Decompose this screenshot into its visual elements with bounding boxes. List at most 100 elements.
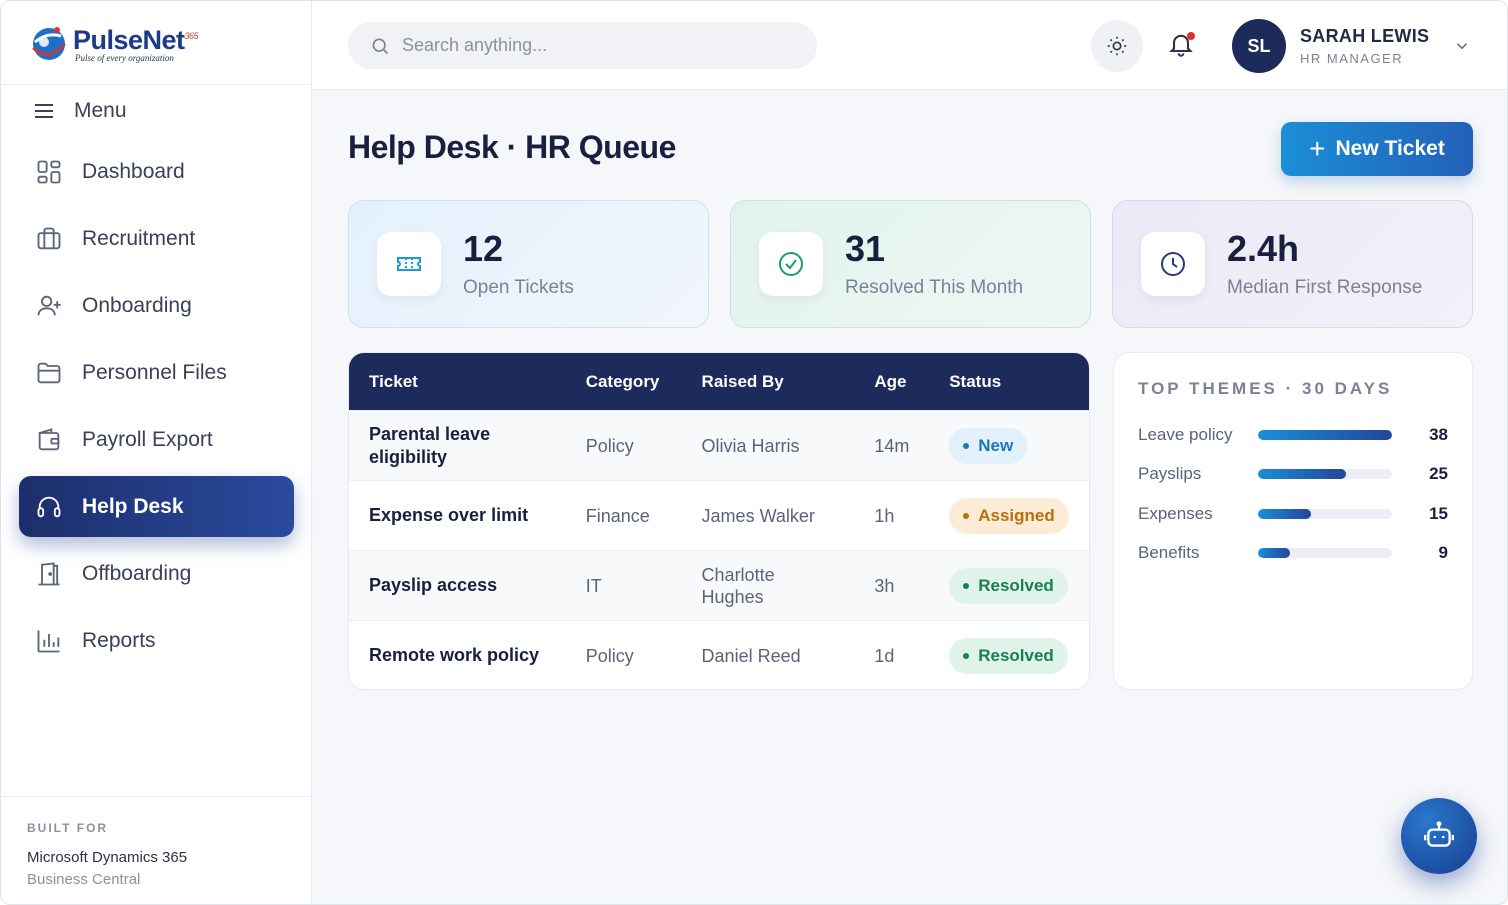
app-window: PulseNet365 Pulse of every organization … <box>0 0 1508 905</box>
sidebar-item-label: Reports <box>82 628 156 652</box>
plus-icon: + <box>1309 133 1326 164</box>
sidebar-item-offboarding[interactable]: Offboarding <box>19 543 294 604</box>
stat-label: Resolved This Month <box>845 277 1024 298</box>
sun-icon <box>1107 36 1127 56</box>
built-for-panel: BUILT FOR Microsoft Dynamics 365 Busines… <box>1 796 311 904</box>
table-row[interactable]: Remote work policy Policy Daniel Reed 1d… <box>349 620 1089 689</box>
menu-label: Menu <box>74 99 127 122</box>
ticket-category: IT <box>585 575 602 596</box>
theme-row: Expenses 15 <box>1138 494 1448 534</box>
assistant-chat-button[interactable] <box>1401 798 1477 874</box>
user-name: SARAH LEWIS <box>1300 26 1430 46</box>
stat-card-first-response: 2.4h Median First Response <box>1112 200 1473 328</box>
theme-bar-fill <box>1258 548 1290 559</box>
built-for-edition: Business Central <box>27 871 141 888</box>
table-header: Ticket Category Raised By Age Status <box>349 353 1089 410</box>
ticket-category: Finance <box>585 505 650 526</box>
ticket-age: 1d <box>874 645 895 666</box>
sidebar-item-personnel-files[interactable]: Personnel Files <box>19 342 294 403</box>
sidebar-item-label: Personnel Files <box>82 360 227 384</box>
theme-bar <box>1258 508 1392 519</box>
theme-count: 38 <box>1429 424 1448 444</box>
clock-icon <box>1161 252 1185 276</box>
theme-bar-fill <box>1258 429 1392 440</box>
stat-card-open-tickets: 12 Open Tickets <box>348 200 709 328</box>
wallet-icon <box>38 427 60 450</box>
hamburger-icon <box>35 104 53 118</box>
sidebar-item-label: Payroll Export <box>82 427 213 451</box>
table-row[interactable]: Payslip access IT Charlotte Hughes 3h Re… <box>349 550 1089 620</box>
stat-value: 31 <box>845 228 886 269</box>
page-title: Help Desk · HR Queue <box>348 129 676 165</box>
ticket-icon <box>397 257 421 271</box>
bar-chart-icon <box>37 630 60 652</box>
ticket-raised-by: Daniel Reed <box>701 645 801 666</box>
sidebar-item-label: Help Desk <box>82 494 184 518</box>
theme-count: 9 <box>1438 543 1448 563</box>
status-badge: Assigned <box>949 497 1069 534</box>
sidebar-item-payroll-export[interactable]: Payroll Export <box>19 409 294 470</box>
ticket-title: Remote work policy <box>369 645 540 665</box>
door-icon <box>38 561 60 585</box>
ticket-age: 3h <box>874 575 895 596</box>
menu-toggle[interactable]: Menu <box>34 99 127 123</box>
sidebar-nav: Dashboard Recruitment Onboarding Personn… <box>19 141 294 677</box>
column-header-status[interactable]: Status <box>949 372 1089 392</box>
search-icon <box>372 38 389 54</box>
sidebar-item-label: Recruitment <box>82 226 196 250</box>
ticket-title: Parental leave eligibility <box>369 423 491 467</box>
ticket-category: Policy <box>585 435 634 456</box>
sidebar-item-recruitment[interactable]: Recruitment <box>19 208 294 269</box>
theme-bar <box>1258 469 1392 480</box>
robot-icon <box>1424 821 1454 847</box>
briefcase-icon <box>37 227 61 249</box>
sidebar-item-onboarding[interactable]: Onboarding <box>19 275 294 336</box>
theme-bar-fill <box>1258 469 1347 480</box>
pulsenet-logo-icon <box>32 26 66 60</box>
new-ticket-button[interactable]: + New Ticket <box>1281 122 1473 176</box>
stat-value: 12 <box>463 228 504 269</box>
user-menu[interactable]: SL SARAH LEWIS HR MANAGER <box>1232 19 1471 73</box>
topbar: SL SARAH LEWIS HR MANAGER <box>312 1 1507 90</box>
theme-label: Expenses <box>1138 503 1213 523</box>
sidebar-item-help-desk[interactable]: Help Desk <box>19 476 294 537</box>
sidebar-item-label: Dashboard <box>82 159 185 183</box>
theme-row: Benefits 9 <box>1138 534 1448 574</box>
column-header-age[interactable]: Age <box>874 372 949 392</box>
sidebar-item-label: Onboarding <box>82 293 192 317</box>
table-row[interactable]: Expense over limit Finance James Walker … <box>349 480 1089 550</box>
built-for-product: Microsoft Dynamics 365 <box>27 849 188 866</box>
theme-label: Leave policy <box>1138 424 1233 444</box>
user-role: HR MANAGER <box>1300 51 1404 66</box>
theme-row: Leave policy 38 <box>1138 415 1448 455</box>
column-header-ticket[interactable]: Ticket <box>349 372 586 392</box>
notifications-button[interactable] <box>1167 30 1197 60</box>
brand-suffix: 365 <box>184 30 199 41</box>
brand-name: PulseNet <box>73 24 185 55</box>
search-input[interactable] <box>402 35 802 56</box>
sidebar-item-reports[interactable]: Reports <box>19 610 294 671</box>
notification-dot <box>1187 32 1195 40</box>
new-ticket-label: New Ticket <box>1335 137 1445 160</box>
tickets-table: Ticket Category Raised By Age Status Par… <box>348 352 1090 690</box>
check-circle-icon <box>779 252 803 276</box>
sidebar-item-dashboard[interactable]: Dashboard <box>19 141 294 202</box>
ticket-category: Policy <box>585 645 634 666</box>
theme-row: Payslips 25 <box>1138 455 1448 495</box>
column-header-category[interactable]: Category <box>586 372 702 392</box>
folder-icon <box>37 362 61 383</box>
headset-icon <box>37 496 61 517</box>
theme-label: Benefits <box>1138 543 1200 563</box>
grid-icon <box>37 160 61 183</box>
avatar: SL <box>1232 19 1286 73</box>
logo[interactable]: PulseNet365 Pulse of every organization <box>1 1 311 85</box>
status-badge: Resolved <box>949 567 1068 604</box>
brand-tagline: Pulse of every organization <box>75 52 174 63</box>
stat-value: 2.4h <box>1227 228 1300 269</box>
column-header-raised-by[interactable]: Raised By <box>702 372 875 392</box>
theme-label: Payslips <box>1138 464 1202 484</box>
theme-toggle-button[interactable] <box>1091 20 1143 72</box>
table-row[interactable]: Parental leave eligibility Policy Olivia… <box>349 410 1089 480</box>
search-box[interactable] <box>348 22 817 69</box>
sidebar: PulseNet365 Pulse of every organization … <box>1 1 312 904</box>
